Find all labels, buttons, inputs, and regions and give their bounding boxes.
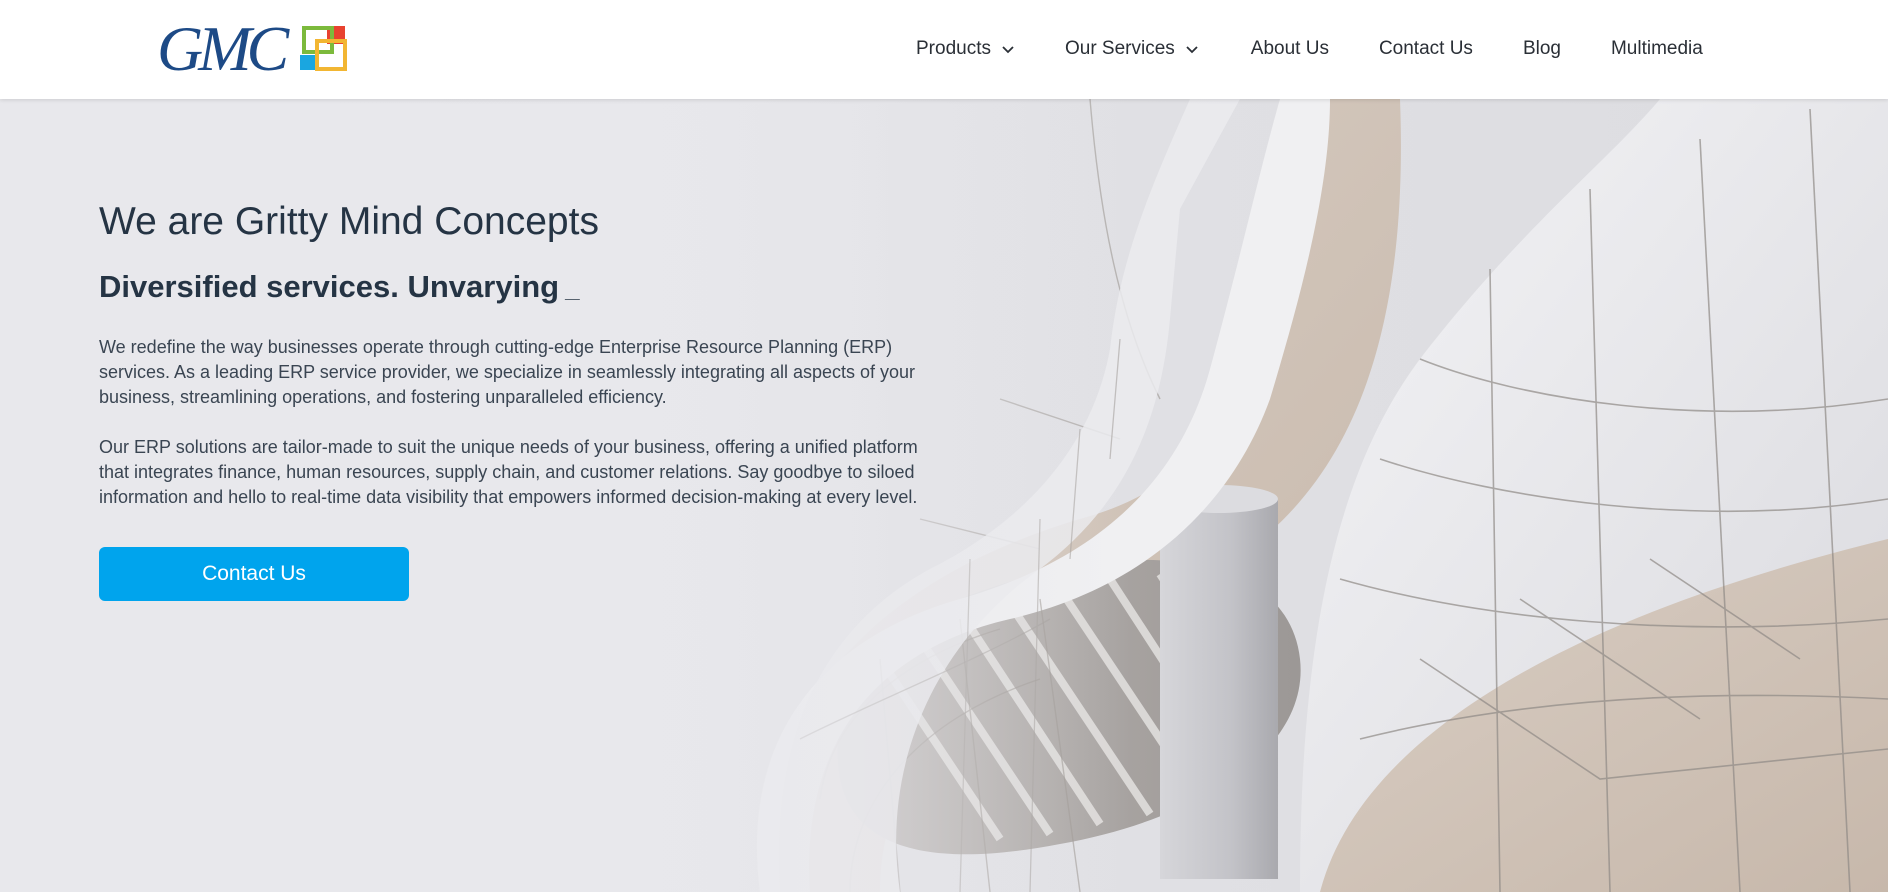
nav-item-blog[interactable]: Blog <box>1523 35 1561 63</box>
nav-item-label: About Us <box>1250 38 1329 59</box>
logo-text: GMC <box>157 13 289 84</box>
hero-section: We are Gritty Mind Concepts Diversified … <box>0 99 1888 892</box>
gmc-logo[interactable]: GMC <box>157 13 349 84</box>
nav-item-multimedia[interactable]: Multimedia <box>1611 35 1703 63</box>
nav-item-label: Our Services <box>1064 38 1175 59</box>
nav-item-label: Contact Us <box>1378 38 1473 59</box>
hero-title: We are Gritty Mind Concepts <box>99 200 599 243</box>
typing-cursor: _ <box>565 273 580 303</box>
nav-item-label: Blog <box>1522 38 1561 59</box>
hero-subtitle-text: Diversified services. Unvarying <box>99 269 560 304</box>
hero-paragraph-1: We redefine the way businesses operate t… <box>99 337 916 407</box>
chevron-down-icon <box>1002 45 1014 53</box>
nav-item-label: Products <box>916 38 991 59</box>
main-nav: Products Our Services About Us Contact U… <box>916 35 1703 63</box>
chevron-down-icon <box>1186 45 1198 53</box>
nav-item-label: Multimedia <box>1610 38 1703 59</box>
nav-item-contact-us[interactable]: Contact Us <box>1379 35 1473 63</box>
contact-us-button[interactable]: Contact Us <box>99 547 409 601</box>
gmc-logo-mark-icon <box>300 26 347 71</box>
nav-item-products[interactable]: Products <box>916 35 1015 63</box>
nav-item-about-us[interactable]: About Us <box>1251 35 1329 63</box>
hero-subtitle: Diversified services. Unvarying _ <box>99 269 580 306</box>
hero-paragraph-2: Our ERP solutions are tailor-made to sui… <box>99 437 918 507</box>
site-header: GMC Products Our Services About Us Conta… <box>0 0 1888 99</box>
nav-item-our-services[interactable]: Our Services <box>1065 35 1199 63</box>
